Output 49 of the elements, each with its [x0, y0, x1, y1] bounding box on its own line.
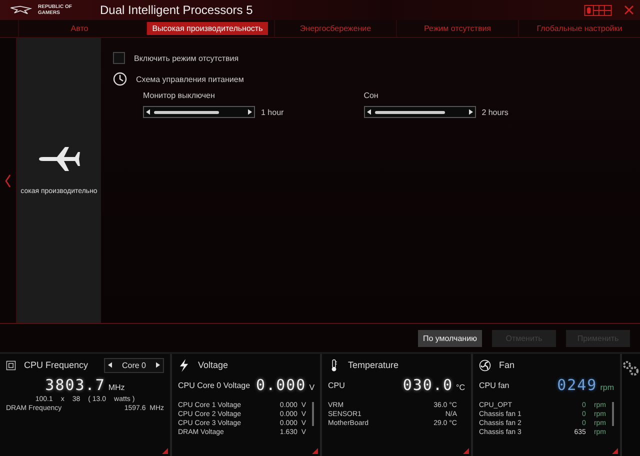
grid-icon[interactable]: [584, 4, 612, 16]
airplane-icon: [37, 146, 81, 172]
action-button[interactable]: По умолчанию: [418, 330, 482, 346]
left-arrow-icon[interactable]: [146, 109, 150, 115]
panel-title: Temperature: [348, 360, 399, 370]
reading-label: CPU: [328, 381, 345, 390]
power-scheme-title: Схема управления питанием: [136, 74, 244, 84]
panel-title: Voltage: [198, 360, 228, 370]
tab[interactable]: Авто: [18, 20, 140, 37]
slider-label: Монитор выключен: [143, 91, 216, 100]
unit-label: rpm: [600, 383, 614, 392]
slider[interactable]: [143, 106, 255, 118]
slider-reading: 1 hour: [261, 108, 284, 116]
left-arrow-icon[interactable]: [366, 109, 371, 115]
lightning-icon: [178, 358, 190, 372]
logo-icon: [10, 4, 32, 16]
clock-icon: [113, 72, 127, 86]
panel-title: Fan: [499, 360, 515, 370]
tab[interactable]: Высокая производительность: [146, 22, 268, 35]
unit-label: V: [309, 383, 315, 392]
away-mode-label: Включить режим отсутствия: [134, 54, 239, 62]
voltage-reading: 0.000: [256, 376, 306, 394]
slider[interactable]: [364, 106, 476, 118]
unit-label: °C: [456, 383, 465, 392]
right-arrow-icon[interactable]: [468, 109, 473, 115]
frequency-reading: 3803.7: [45, 376, 106, 394]
chevron-left-icon[interactable]: [5, 174, 11, 188]
tab[interactable]: Энергосбережение: [274, 20, 396, 37]
scrollbar[interactable]: [612, 402, 614, 426]
window-title: Dual Intelligent Processors 5: [100, 3, 253, 17]
temperature-reading: 030.0: [402, 376, 454, 394]
right-arrow-icon[interactable]: [156, 362, 160, 368]
checkbox[interactable]: [113, 52, 125, 64]
settings-icon[interactable]: [622, 360, 640, 376]
scrollbar[interactable]: [312, 402, 314, 426]
panel-title: CPU Frequency: [24, 360, 88, 370]
reading-label: CPU fan: [479, 381, 510, 390]
fan-icon: [479, 358, 491, 372]
tab[interactable]: Режим отсутствия: [396, 20, 518, 37]
tab[interactable]: Глобальные настройки: [518, 20, 640, 37]
unit-label: MHz: [108, 383, 125, 392]
fan-speed-reading: 0249: [557, 376, 598, 394]
close-icon[interactable]: [624, 5, 634, 15]
slider-label: Сон: [364, 91, 380, 100]
left-arrow-icon[interactable]: [108, 362, 112, 368]
reading-label: CPU Core 0 Voltage: [178, 381, 250, 390]
chip-icon: [6, 358, 16, 372]
slider-reading: 2 hours: [482, 108, 508, 116]
right-arrow-icon[interactable]: [248, 109, 252, 115]
